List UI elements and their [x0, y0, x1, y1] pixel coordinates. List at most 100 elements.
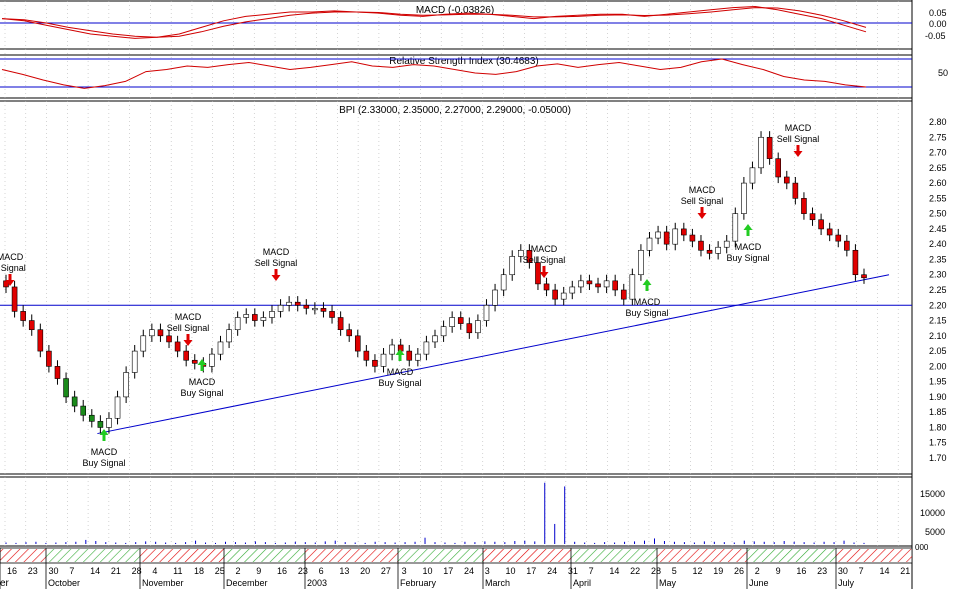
- candle-body: [783, 176, 790, 184]
- day-tick-label: 14: [879, 566, 889, 576]
- month-label: February: [400, 578, 437, 588]
- candle-body: [46, 350, 52, 367]
- day-tick-label: 7: [589, 566, 594, 576]
- candle-body: [809, 213, 816, 221]
- candle-body: [174, 341, 181, 352]
- candle-body: [28, 320, 35, 331]
- day-tick-label: 4: [152, 566, 157, 576]
- price-tick-label: 2.75: [929, 132, 947, 142]
- rsi-title: Relative Strength Index (30.4683): [389, 56, 539, 67]
- candle-body: [586, 280, 593, 285]
- day-tick-label: 7: [859, 566, 864, 576]
- candle-body: [209, 353, 215, 367]
- candle-body: [844, 240, 850, 251]
- candle-body: [37, 329, 44, 352]
- price-tick-label: 2.45: [929, 224, 947, 234]
- sell-signal-annotation: MACDSell Signal: [681, 185, 724, 219]
- day-tick-label: 23: [298, 566, 308, 576]
- signal-label: MACD: [387, 367, 414, 377]
- candle-body: [629, 274, 636, 300]
- volume-tick-10000: 10000: [920, 508, 945, 518]
- sell-arrow-icon: [697, 207, 707, 219]
- candle-body: [372, 359, 378, 367]
- candle-body: [54, 366, 61, 379]
- time-bar-segment: [836, 549, 912, 562]
- sell-arrow-icon: [271, 269, 281, 281]
- candle-body: [149, 329, 155, 337]
- corner-label: 000: [915, 543, 929, 552]
- signal-label: MACD: [689, 185, 716, 195]
- price-tick-label: 2.40: [929, 239, 947, 249]
- candle-body: [715, 246, 721, 254]
- signal-label: MACD: [91, 447, 118, 457]
- candle-body: [260, 317, 267, 321]
- panel-frames: [0, 0, 913, 589]
- signal-label: Sell Signal: [681, 196, 724, 206]
- candle-body: [286, 301, 292, 306]
- candle-body: [852, 249, 859, 276]
- candle-body: [217, 341, 224, 355]
- day-tick-label: 17: [443, 566, 453, 576]
- sell-signal-annotation: MACDSell Signal: [777, 123, 820, 157]
- candle-body: [672, 228, 679, 245]
- candle-body: [363, 350, 370, 361]
- candle-body: [483, 304, 490, 321]
- price-tick-label: 2.00: [929, 361, 947, 371]
- left-edge-label: er: [0, 578, 10, 589]
- sell-signal-annotation: MACDSell Signal: [167, 312, 209, 346]
- candle-body: [389, 344, 395, 355]
- time-bar-segment: [657, 549, 747, 562]
- candle-body: [11, 286, 18, 312]
- candle-body: [689, 234, 696, 242]
- time-bar-segment: [140, 549, 224, 562]
- day-tick-label: 12: [692, 566, 702, 576]
- volume-panel: 15000 10000 5000 000: [5, 482, 945, 552]
- candle-body: [449, 317, 455, 327]
- signal-label: MACD: [189, 377, 216, 387]
- day-tick-label: 28: [132, 566, 142, 576]
- day-tick-label: 5: [672, 566, 677, 576]
- price-tick-label: 2.65: [929, 163, 947, 173]
- day-tick-label: 21: [900, 566, 910, 576]
- price-tick-label: 2.55: [929, 193, 947, 203]
- day-tick-label: 3: [402, 566, 407, 576]
- rsi-panel: Relative Strength Index (30.4683) 50: [0, 56, 948, 89]
- buy-signal-annotation: MACDBuy Signal: [82, 429, 126, 468]
- candle-body: [543, 283, 550, 291]
- volume-tick-5000: 5000: [925, 527, 945, 537]
- signal-label: MACD: [735, 242, 762, 252]
- month-label: December: [226, 578, 268, 588]
- candle-body: [329, 311, 335, 318]
- x-axis-labels: er 16 23 30 7 14 21 28 4 11 18 25 2 9 16 23 6 13 20 27 3 10 1…: [0, 566, 910, 589]
- macd-tick-1: 0.00: [929, 19, 947, 29]
- candle-body: [191, 359, 198, 364]
- sell-arrow-icon: [539, 266, 549, 278]
- day-tick-label: 23: [28, 566, 38, 576]
- candle-body: [423, 341, 430, 355]
- day-tick-label: 9: [776, 566, 781, 576]
- candle-body: [106, 417, 112, 428]
- day-tick-label: 26: [734, 566, 744, 576]
- day-tick-label: 3: [485, 566, 490, 576]
- time-bar-segment: [398, 549, 483, 562]
- candle-body: [294, 301, 301, 306]
- day-tick-label: 25: [215, 566, 225, 576]
- price-tick-label: 1.70: [929, 453, 947, 463]
- candle-body: [723, 240, 730, 248]
- candle-body: [749, 167, 756, 184]
- candle-body: [269, 311, 275, 318]
- day-tick-label: 28: [651, 566, 661, 576]
- day-tick-label: 11: [173, 566, 182, 576]
- signal-label: Buy Signal: [625, 308, 668, 318]
- candle-body: [252, 314, 258, 321]
- signal-label: Sell Signal: [777, 134, 820, 144]
- day-tick-label: 16: [7, 566, 17, 576]
- price-tick-label: 1.90: [929, 392, 947, 402]
- candle-body: [706, 249, 713, 254]
- candle-body: [835, 234, 842, 242]
- candle-body: [354, 335, 361, 352]
- candle-body: [792, 182, 799, 199]
- signal-label: Sell Signal: [523, 255, 566, 265]
- buy-arrow-icon: [642, 279, 652, 291]
- time-bar-segment: [571, 549, 657, 562]
